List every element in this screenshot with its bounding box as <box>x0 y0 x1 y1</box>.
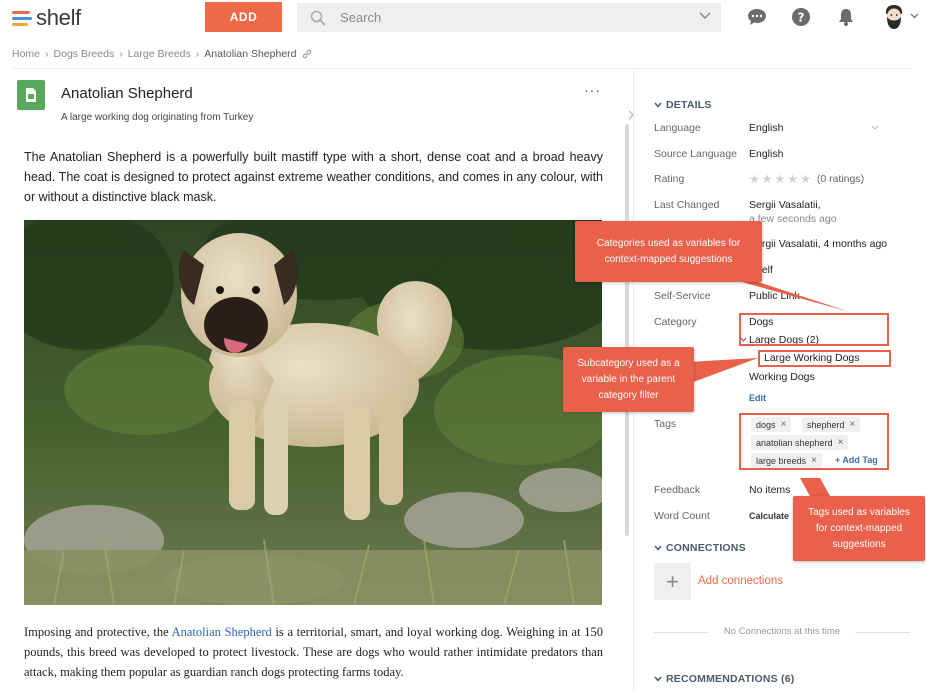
top-bar: shelf ADD ? <box>0 0 926 35</box>
more-options-button[interactable]: ··· <box>584 83 601 97</box>
add-connection-button[interactable]: + <box>654 563 691 600</box>
star-icon[interactable]: ★ <box>762 172 773 186</box>
chevron-down-icon[interactable] <box>871 125 879 130</box>
tags-callout: Tags used as variables for context-mappe… <box>793 496 925 561</box>
divider <box>12 68 912 69</box>
breadcrumb-large-breeds[interactable]: Large Breeds <box>128 48 191 60</box>
category-item-working-dogs[interactable]: Working Dogs <box>749 371 815 383</box>
categories-callout: Categories used as variables for context… <box>575 221 762 282</box>
chevron-down-icon[interactable] <box>699 12 711 20</box>
calculate-button[interactable]: Calculate <box>749 511 789 521</box>
no-connections-message: No Connections at this time <box>654 626 910 637</box>
plus-icon: + <box>666 568 679 594</box>
anatolian-shepherd-link[interactable]: Anatolian Shepherd <box>172 625 272 639</box>
subcategory-highlight <box>758 350 891 367</box>
avatar[interactable] <box>882 4 906 30</box>
search-input[interactable] <box>340 10 680 25</box>
breadcrumb-current: Anatolian Shepherd <box>204 48 297 60</box>
category-edit-link[interactable]: Edit <box>749 393 766 403</box>
self-service-value[interactable]: Public Link <box>749 290 800 302</box>
add-connections-link[interactable]: Add connections <box>698 575 783 587</box>
add-button[interactable]: ADD <box>205 2 282 32</box>
star-icon[interactable]: ★ <box>749 172 760 186</box>
link-icon[interactable] <box>302 49 312 59</box>
star-icon[interactable]: ★ <box>775 172 786 186</box>
last-changed-label: Last Changed <box>654 199 720 211</box>
category-label: Category <box>654 316 697 328</box>
breadcrumb-home[interactable]: Home <box>12 48 40 60</box>
chevron-down-icon <box>654 102 662 108</box>
search-bar[interactable] <box>297 3 721 32</box>
bell-icon[interactable] <box>836 7 856 27</box>
language-label: Language <box>654 122 701 134</box>
recommendations-heading: RECOMMENDATIONS (6) <box>666 673 795 685</box>
source-language-label: Source Language <box>654 148 737 160</box>
tags-highlight <box>739 413 889 470</box>
created-by-value: Sergii Vasalatii, 4 months ago <box>749 238 888 250</box>
last-changed-time: a few seconds ago <box>749 213 837 225</box>
breadcrumb: Home › Dogs Breeds › Large Breeds › Anat… <box>12 48 312 60</box>
tags-label: Tags <box>654 418 677 430</box>
document-icon <box>17 80 45 110</box>
chevron-down-icon[interactable] <box>910 13 919 19</box>
star-icon[interactable]: ★ <box>800 172 811 186</box>
word-count-label: Word Count <box>654 510 710 522</box>
category-highlight <box>739 313 889 346</box>
chevron-down-icon <box>654 545 662 551</box>
rating-stars[interactable]: ★ ★ ★ ★ ★ (0 ratings) <box>749 172 864 186</box>
rating-count: (0 ratings) <box>816 173 865 185</box>
last-changed-user: Sergii Vasalatii, <box>749 199 821 211</box>
feedback-value: No items <box>749 484 791 496</box>
connections-section-header[interactable]: CONNECTIONS <box>654 542 746 554</box>
search-icon <box>310 10 326 25</box>
connections-heading: CONNECTIONS <box>666 542 746 554</box>
page-subtitle: A large working dog originating from Tur… <box>61 112 254 123</box>
chevron-down-icon <box>654 676 662 682</box>
recommendations-section-header[interactable]: RECOMMENDATIONS (6) <box>654 673 794 685</box>
rating-label: Rating <box>654 173 685 185</box>
details-section-header[interactable]: DETAILS <box>654 99 712 111</box>
feedback-label: Feedback <box>654 484 701 496</box>
details-heading: DETAILS <box>666 99 712 111</box>
source-language-value: English <box>749 148 784 160</box>
chat-icon[interactable] <box>747 7 767 27</box>
logo-icon <box>12 9 32 27</box>
dog-photo <box>24 220 602 605</box>
self-service-label: Self-Service <box>654 290 711 302</box>
help-icon[interactable]: ? <box>791 7 811 27</box>
scrollbar[interactable] <box>625 124 629 536</box>
chevron-right-icon[interactable] <box>628 110 634 120</box>
language-value[interactable]: English <box>749 122 783 134</box>
page-title: Anatolian Shepherd <box>61 85 193 102</box>
logo[interactable]: shelf <box>12 5 81 31</box>
star-icon[interactable]: ★ <box>787 172 798 186</box>
logo-text: shelf <box>36 5 81 30</box>
intro-paragraph: The Anatolian Shepherd is a powerfully b… <box>24 150 603 204</box>
subcategory-callout: Subcategory used as a variable in the pa… <box>563 347 694 412</box>
breadcrumb-dogs-breeds[interactable]: Dogs Breeds <box>54 48 115 60</box>
body-paragraph: Imposing and protective, the Anatolian S… <box>24 625 603 679</box>
svg-text:?: ? <box>798 11 805 25</box>
